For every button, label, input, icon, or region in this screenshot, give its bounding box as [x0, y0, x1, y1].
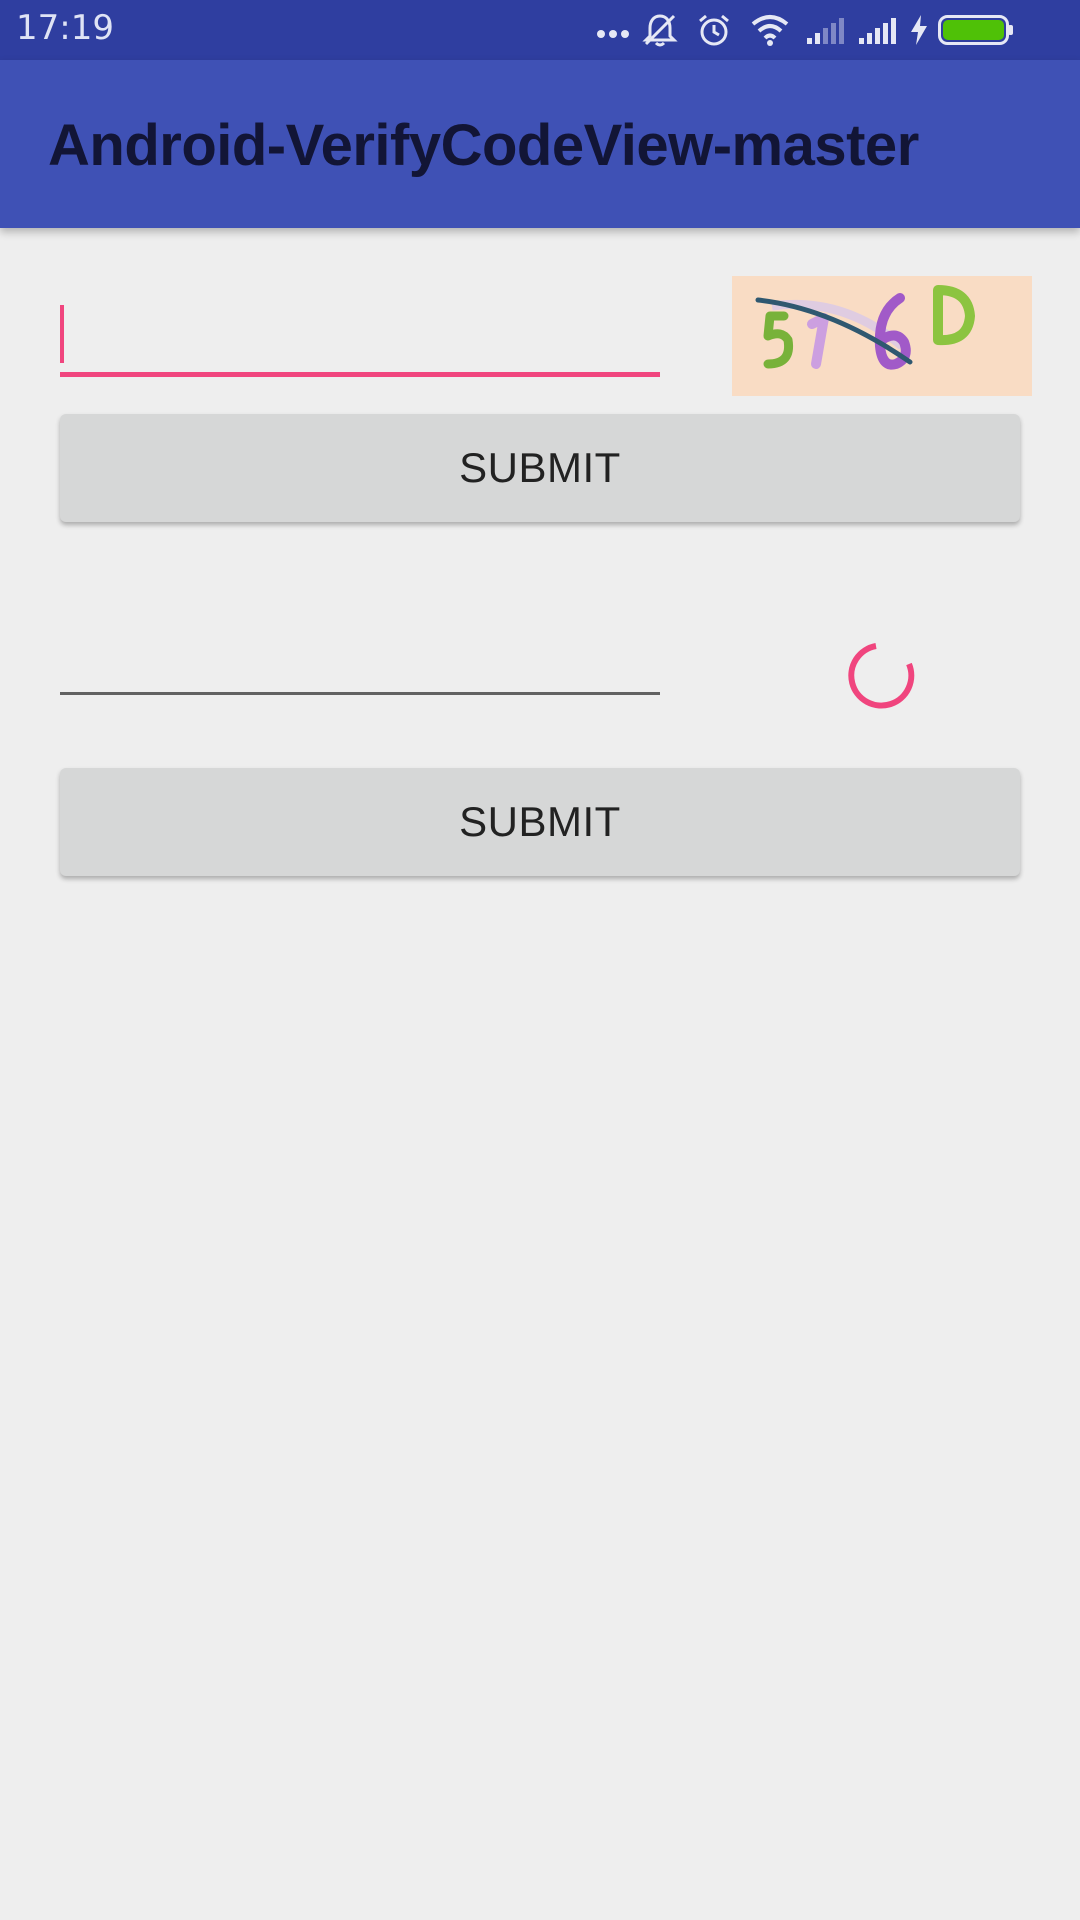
signal-weak-icon [807, 18, 844, 44]
verify-code-input-2[interactable] [60, 620, 660, 695]
wifi-icon [751, 15, 789, 46]
text-cursor [60, 305, 64, 363]
app-bar: Android-VerifyCodeView-master [0, 60, 1080, 228]
battery-icon [938, 15, 1013, 45]
status-time: 17:19 [16, 8, 114, 48]
signal-full-icon [859, 18, 896, 44]
charging-icon [911, 15, 927, 45]
alarm-icon [699, 14, 729, 46]
submit-button-2[interactable]: SUBMIT [60, 768, 1020, 876]
more-dots-icon [597, 30, 629, 38]
loading-spinner-icon [848, 643, 915, 709]
status-icons [596, 0, 1066, 60]
verify-code-input-1[interactable] [60, 300, 660, 377]
status-bar: 17:19 [0, 0, 1080, 60]
app-title: Android-VerifyCodeView-master [48, 113, 919, 178]
submit-button-1[interactable]: SUBMIT [60, 414, 1020, 522]
silent-bell-icon [642, 14, 678, 47]
captcha-drawing [755, 285, 975, 370]
captcha-image[interactable] [732, 276, 1032, 396]
